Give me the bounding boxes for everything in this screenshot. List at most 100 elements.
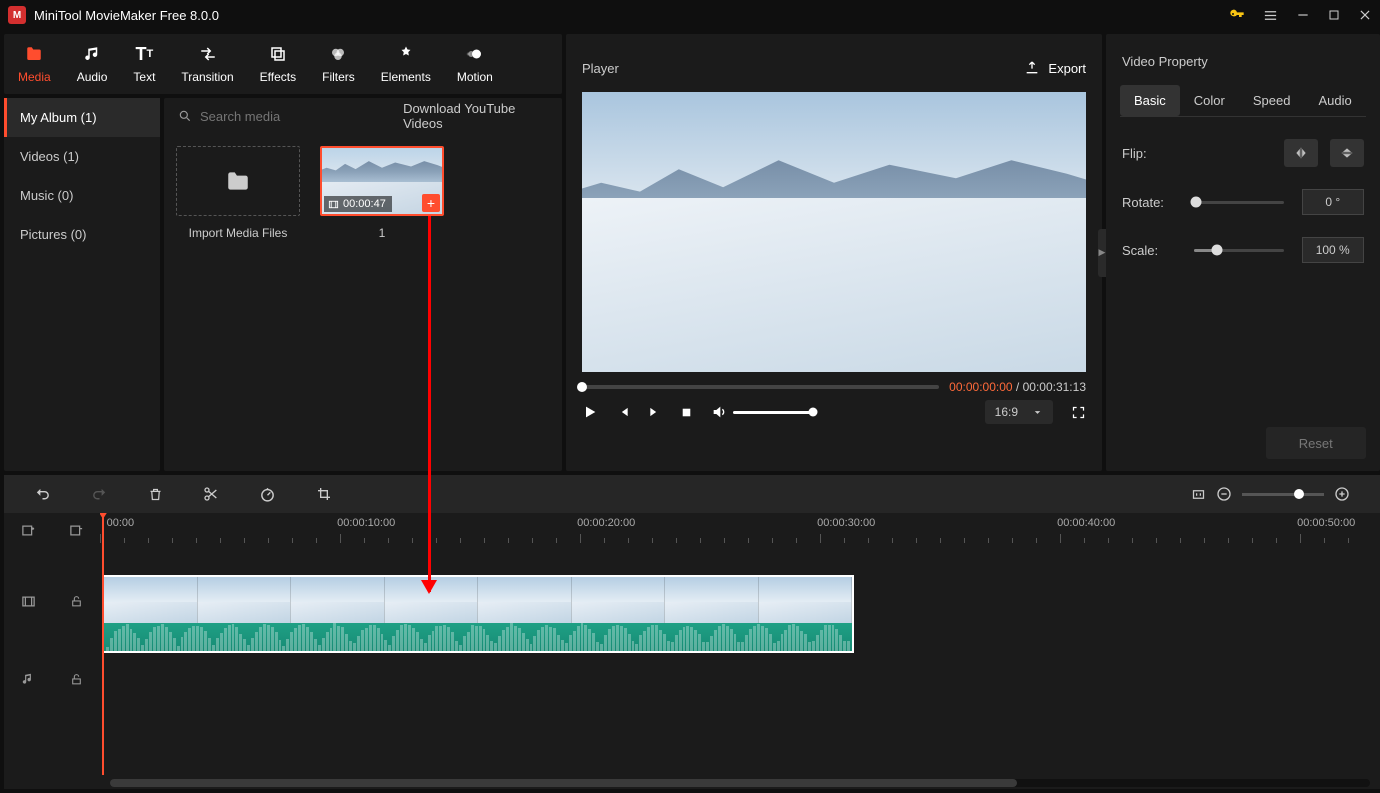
scale-label: Scale: bbox=[1122, 243, 1176, 258]
zoom-out-button[interactable] bbox=[1216, 486, 1232, 502]
music-note-icon bbox=[83, 44, 101, 64]
tab-media[interactable]: Media bbox=[18, 44, 51, 84]
scale-value[interactable]: 100 % bbox=[1302, 237, 1364, 263]
prev-frame-button[interactable] bbox=[616, 405, 630, 419]
play-button[interactable] bbox=[582, 404, 598, 420]
collapse-panel-button[interactable]: ▶ bbox=[1098, 229, 1106, 277]
audio-track-icon bbox=[21, 672, 35, 686]
transition-icon bbox=[198, 44, 218, 64]
sidebar-item-pictures[interactable]: Pictures (0) bbox=[4, 215, 160, 254]
media-sidebar: My Album (1) Videos (1) Music (0) Pictur… bbox=[4, 98, 160, 471]
tab-label: Media bbox=[18, 70, 51, 84]
flip-vertical-button[interactable] bbox=[1330, 139, 1364, 167]
flip-label: Flip: bbox=[1122, 146, 1176, 161]
tab-filters[interactable]: Filters bbox=[322, 44, 355, 84]
add-track-button[interactable] bbox=[21, 523, 36, 538]
add-clip-button[interactable]: + bbox=[422, 194, 440, 212]
video-track-icon bbox=[21, 594, 36, 609]
elements-icon bbox=[397, 44, 415, 64]
property-tab-basic[interactable]: Basic bbox=[1120, 85, 1180, 116]
export-button[interactable]: Export bbox=[1024, 60, 1086, 76]
tab-label: Filters bbox=[322, 70, 355, 84]
title-bar: M MiniTool MovieMaker Free 8.0.0 bbox=[0, 0, 1380, 30]
player-title: Player bbox=[582, 61, 619, 76]
folder-icon bbox=[24, 44, 44, 64]
search-input[interactable] bbox=[200, 109, 376, 124]
menu-icon[interactable] bbox=[1263, 8, 1278, 23]
sidebar-item-my-album[interactable]: My Album (1) bbox=[4, 98, 160, 137]
fit-zoom-button[interactable] bbox=[1191, 487, 1206, 502]
clip-index: 1 bbox=[320, 226, 444, 240]
audio-track[interactable] bbox=[100, 659, 1380, 707]
tab-effects[interactable]: Effects bbox=[260, 44, 296, 84]
fullscreen-button[interactable] bbox=[1071, 405, 1086, 420]
aspect-ratio-select[interactable]: 16:9 bbox=[985, 400, 1053, 424]
zoom-in-button[interactable] bbox=[1334, 486, 1350, 502]
download-youtube-button[interactable]: Download YouTube Videos bbox=[384, 101, 548, 131]
tab-motion[interactable]: Motion bbox=[457, 44, 493, 84]
scale-slider[interactable] bbox=[1194, 249, 1284, 252]
tab-label: Text bbox=[133, 70, 155, 84]
tab-audio[interactable]: Audio bbox=[77, 44, 108, 84]
tab-elements[interactable]: Elements bbox=[381, 44, 431, 84]
flip-horizontal-button[interactable] bbox=[1284, 139, 1318, 167]
rotate-slider[interactable] bbox=[1194, 201, 1284, 204]
remove-track-button[interactable] bbox=[69, 523, 84, 538]
split-button[interactable] bbox=[203, 486, 219, 502]
redo-button[interactable] bbox=[91, 486, 108, 503]
delete-button[interactable] bbox=[148, 486, 163, 503]
effects-icon bbox=[269, 44, 287, 64]
timeline-tracks[interactable]: 00:00 00:00:10:00 00:00:20:00 00:00:30:0… bbox=[100, 513, 1380, 789]
video-track-lock-button[interactable] bbox=[70, 594, 83, 609]
property-tab-speed[interactable]: Speed bbox=[1239, 85, 1305, 116]
tab-transition[interactable]: Transition bbox=[181, 44, 233, 84]
crop-button[interactable] bbox=[316, 486, 332, 502]
tab-label: Elements bbox=[381, 70, 431, 84]
filters-icon bbox=[329, 44, 347, 64]
timeline-ruler[interactable]: 00:00 00:00:10:00 00:00:20:00 00:00:30:0… bbox=[100, 513, 1380, 547]
rotate-value[interactable]: 0 ° bbox=[1302, 189, 1364, 215]
minimize-button[interactable] bbox=[1296, 8, 1310, 22]
tab-label: Transition bbox=[181, 70, 233, 84]
speed-button[interactable] bbox=[259, 486, 276, 503]
time-display: 00:00:00:00 / 00:00:31:13 bbox=[949, 380, 1086, 394]
media-clip-item[interactable]: 00:00:47 + 1 bbox=[320, 146, 444, 240]
search-icon bbox=[178, 109, 192, 123]
premium-key-icon[interactable] bbox=[1229, 7, 1245, 23]
timeline-scrollbar[interactable] bbox=[110, 779, 1370, 787]
rotate-label: Rotate: bbox=[1122, 195, 1176, 210]
timeline-panel: 00:00 00:00:10:00 00:00:20:00 00:00:30:0… bbox=[4, 475, 1380, 789]
audio-track-lock-button[interactable] bbox=[70, 672, 83, 687]
undo-button[interactable] bbox=[34, 486, 51, 503]
clip-duration: 00:00:47 bbox=[324, 196, 392, 212]
export-label: Export bbox=[1048, 61, 1086, 76]
video-track[interactable]: 1 bbox=[100, 575, 1380, 655]
motion-icon bbox=[466, 44, 484, 64]
zoom-slider[interactable] bbox=[1242, 493, 1324, 496]
tab-text[interactable]: TT Text bbox=[133, 44, 155, 84]
tab-label: Effects bbox=[260, 70, 296, 84]
import-media-button[interactable]: Import Media Files bbox=[176, 146, 300, 240]
media-library: Download YouTube Videos Import Media Fil… bbox=[164, 98, 562, 471]
timeline-clip[interactable]: 1 bbox=[102, 575, 854, 653]
property-panel: ▶ Video Property Basic Color Speed Audio… bbox=[1106, 34, 1380, 471]
app-logo-icon: M bbox=[8, 6, 26, 24]
playhead[interactable] bbox=[102, 513, 104, 775]
property-tab-color[interactable]: Color bbox=[1180, 85, 1239, 116]
reset-button[interactable]: Reset bbox=[1266, 427, 1366, 459]
volume-icon[interactable] bbox=[711, 404, 727, 420]
next-frame-button[interactable] bbox=[648, 405, 662, 419]
import-label: Import Media Files bbox=[176, 226, 300, 240]
sidebar-item-videos[interactable]: Videos (1) bbox=[4, 137, 160, 176]
volume-slider[interactable] bbox=[733, 411, 813, 414]
sidebar-item-music[interactable]: Music (0) bbox=[4, 176, 160, 215]
scrub-slider[interactable] bbox=[582, 385, 939, 389]
close-button[interactable] bbox=[1358, 8, 1372, 22]
maximize-button[interactable] bbox=[1328, 9, 1340, 21]
property-tab-audio[interactable]: Audio bbox=[1304, 85, 1365, 116]
preview-viewport[interactable] bbox=[582, 92, 1086, 372]
download-label: Download YouTube Videos bbox=[403, 101, 548, 131]
stop-button[interactable] bbox=[680, 406, 693, 419]
drag-arrow-annotation bbox=[428, 216, 431, 592]
main-toolbar: Media Audio TT Text Transition Effects F… bbox=[4, 34, 562, 94]
